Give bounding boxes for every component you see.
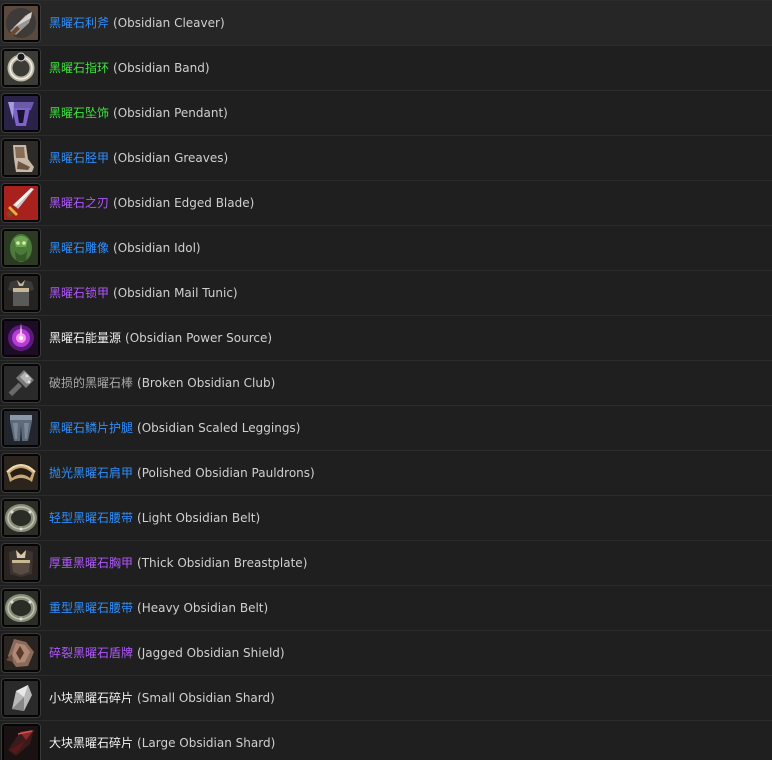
item-label[interactable]: 小块黑曜石碎片 (Small Obsidian Shard): [49, 676, 275, 720]
item-list: 黑曜石利斧 (Obsidian Cleaver) 黑曜石指环 (Obsidian Ba…: [0, 0, 772, 760]
item-name-english: (Obsidian Power Source): [125, 331, 273, 345]
item-row[interactable]: 黑曜石坠饰 (Obsidian Pendant): [0, 91, 772, 136]
item-name-chinese[interactable]: 黑曜石雕像: [49, 241, 109, 255]
item-name-chinese[interactable]: 黑曜石指环: [49, 61, 109, 75]
item-name-english: (Obsidian Scaled Leggings): [137, 421, 301, 435]
item-row[interactable]: 碎裂黑曜石盾牌 (Jagged Obsidian Shield): [0, 631, 772, 676]
item-name-chinese[interactable]: 碎裂黑曜石盾牌: [49, 646, 133, 660]
ring-icon[interactable]: [2, 49, 40, 87]
club-icon[interactable]: [2, 364, 40, 402]
item-name-chinese[interactable]: 重型黑曜石腰带: [49, 601, 133, 615]
item-row[interactable]: 厚重黑曜石胸甲 (Thick Obsidian Breastplate): [0, 541, 772, 586]
item-label[interactable]: 黑曜石指环 (Obsidian Band): [49, 46, 210, 90]
pendant-icon[interactable]: [2, 94, 40, 132]
item-label[interactable]: 厚重黑曜石胸甲 (Thick Obsidian Breastplate): [49, 541, 307, 585]
item-row[interactable]: 黑曜石能量源 (Obsidian Power Source): [0, 316, 772, 361]
item-name-chinese[interactable]: 黑曜石胫甲: [49, 151, 109, 165]
item-name-english: (Obsidian Idol): [113, 241, 201, 255]
item-label[interactable]: 黑曜石坠饰 (Obsidian Pendant): [49, 91, 228, 135]
belt-icon[interactable]: [2, 499, 40, 537]
item-label[interactable]: 黑曜石雕像 (Obsidian Idol): [49, 226, 201, 270]
item-name-english: (Thick Obsidian Breastplate): [137, 556, 308, 570]
item-name-english: (Jagged Obsidian Shield): [137, 646, 285, 660]
item-label[interactable]: 轻型黑曜石腰带 (Light Obsidian Belt): [49, 496, 260, 540]
item-name-english: (Heavy Obsidian Belt): [137, 601, 269, 615]
item-label[interactable]: 黑曜石能量源 (Obsidian Power Source): [49, 316, 272, 360]
large-shard-icon[interactable]: [2, 724, 40, 760]
item-label[interactable]: 破损的黑曜石棒 (Broken Obsidian Club): [49, 361, 275, 405]
shield-icon[interactable]: [2, 634, 40, 672]
item-label[interactable]: 黑曜石利斧 (Obsidian Cleaver): [49, 1, 225, 45]
item-name-english: (Obsidian Band): [113, 61, 210, 75]
belt-icon[interactable]: [2, 589, 40, 627]
item-row[interactable]: 小块黑曜石碎片 (Small Obsidian Shard): [0, 676, 772, 721]
sword-icon[interactable]: [2, 184, 40, 222]
item-row[interactable]: 黑曜石指环 (Obsidian Band): [0, 46, 772, 91]
item-label[interactable]: 黑曜石鳞片护腿 (Obsidian Scaled Leggings): [49, 406, 300, 450]
item-name-english: (Light Obsidian Belt): [137, 511, 261, 525]
item-row[interactable]: 轻型黑曜石腰带 (Light Obsidian Belt): [0, 496, 772, 541]
pauldrons-icon[interactable]: [2, 454, 40, 492]
item-label[interactable]: 黑曜石胫甲 (Obsidian Greaves): [49, 136, 228, 180]
item-label[interactable]: 大块黑曜石碎片 (Large Obsidian Shard): [49, 721, 275, 760]
breastplate-icon[interactable]: [2, 544, 40, 582]
greaves-icon[interactable]: [2, 139, 40, 177]
item-name-english: (Polished Obsidian Pauldrons): [137, 466, 315, 480]
item-row[interactable]: 黑曜石胫甲 (Obsidian Greaves): [0, 136, 772, 181]
item-label[interactable]: 黑曜石锁甲 (Obsidian Mail Tunic): [49, 271, 238, 315]
item-name-chinese[interactable]: 厚重黑曜石胸甲: [49, 556, 133, 570]
leggings-icon[interactable]: [2, 409, 40, 447]
item-name-chinese[interactable]: 黑曜石之刃: [49, 196, 109, 210]
item-name-chinese[interactable]: 黑曜石锁甲: [49, 286, 109, 300]
item-row[interactable]: 黑曜石雕像 (Obsidian Idol): [0, 226, 772, 271]
item-row[interactable]: 黑曜石之刃 (Obsidian Edged Blade): [0, 181, 772, 226]
item-row[interactable]: 重型黑曜石腰带 (Heavy Obsidian Belt): [0, 586, 772, 631]
item-row[interactable]: 黑曜石锁甲 (Obsidian Mail Tunic): [0, 271, 772, 316]
item-name-english: (Obsidian Pendant): [113, 106, 228, 120]
item-name-chinese[interactable]: 小块黑曜石碎片: [49, 691, 133, 705]
item-name-chinese[interactable]: 抛光黑曜石肩甲: [49, 466, 133, 480]
item-name-english: (Obsidian Edged Blade): [113, 196, 255, 210]
item-label[interactable]: 重型黑曜石腰带 (Heavy Obsidian Belt): [49, 586, 268, 630]
item-name-chinese[interactable]: 轻型黑曜石腰带: [49, 511, 133, 525]
item-row[interactable]: 大块黑曜石碎片 (Large Obsidian Shard): [0, 721, 772, 760]
mail-tunic-icon[interactable]: [2, 274, 40, 312]
item-row[interactable]: 抛光黑曜石肩甲 (Polished Obsidian Pauldrons): [0, 451, 772, 496]
power-orb-icon[interactable]: [2, 319, 40, 357]
item-name-chinese[interactable]: 黑曜石利斧: [49, 16, 109, 30]
item-name-english: (Small Obsidian Shard): [137, 691, 275, 705]
item-name-chinese[interactable]: 黑曜石能量源: [49, 331, 121, 345]
item-name-chinese[interactable]: 破损的黑曜石棒: [49, 376, 133, 390]
item-name-chinese[interactable]: 黑曜石坠饰: [49, 106, 109, 120]
item-row[interactable]: 黑曜石鳞片护腿 (Obsidian Scaled Leggings): [0, 406, 772, 451]
idol-icon[interactable]: [2, 229, 40, 267]
item-name-chinese[interactable]: 黑曜石鳞片护腿: [49, 421, 133, 435]
item-label[interactable]: 抛光黑曜石肩甲 (Polished Obsidian Pauldrons): [49, 451, 315, 495]
item-row[interactable]: 破损的黑曜石棒 (Broken Obsidian Club): [0, 361, 772, 406]
axe-icon[interactable]: [2, 4, 40, 42]
item-name-english: (Obsidian Greaves): [113, 151, 229, 165]
shard-icon[interactable]: [2, 679, 40, 717]
item-name-english: (Obsidian Mail Tunic): [113, 286, 238, 300]
item-name-english: (Obsidian Cleaver): [113, 16, 225, 30]
item-name-english: (Broken Obsidian Club): [137, 376, 276, 390]
item-name-english: (Large Obsidian Shard): [137, 736, 276, 750]
item-label[interactable]: 黑曜石之刃 (Obsidian Edged Blade): [49, 181, 254, 225]
item-row[interactable]: 黑曜石利斧 (Obsidian Cleaver): [0, 0, 772, 46]
item-label[interactable]: 碎裂黑曜石盾牌 (Jagged Obsidian Shield): [49, 631, 285, 675]
item-name-chinese[interactable]: 大块黑曜石碎片: [49, 736, 133, 750]
